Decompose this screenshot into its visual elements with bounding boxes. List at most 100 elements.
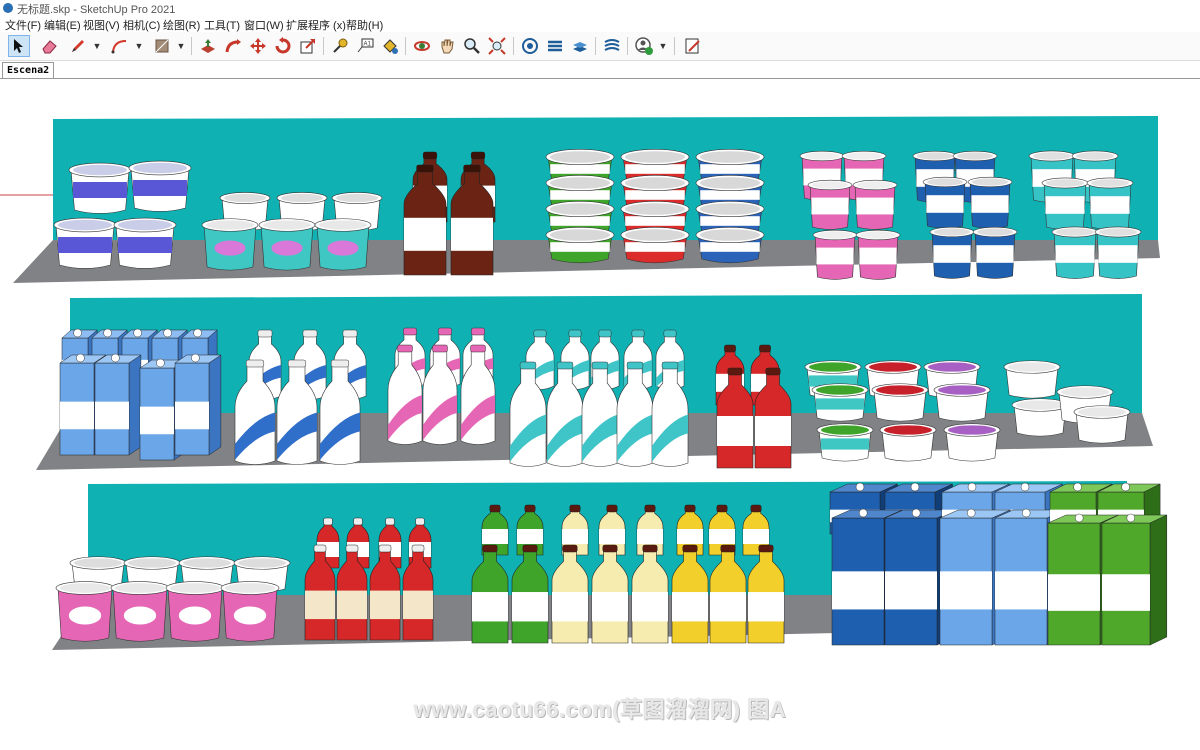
bottle-cap xyxy=(463,164,481,173)
model-viewport[interactable] xyxy=(0,79,1200,745)
menu-draw[interactable]: 绘图(R) xyxy=(163,17,200,33)
bottle-label xyxy=(743,529,769,544)
bottle-label xyxy=(677,529,703,544)
carton-cap xyxy=(858,508,868,518)
rotate-tool-icon[interactable] xyxy=(272,35,294,57)
account-dropdown-icon[interactable]: ▼ xyxy=(658,35,668,57)
bottle-cap xyxy=(598,329,612,338)
cup-lid xyxy=(809,362,857,372)
bottle-cap xyxy=(345,544,359,553)
menu-tools[interactable]: 工具(T) xyxy=(204,17,240,33)
bottle-label xyxy=(403,590,433,620)
line-tool-dropdown-icon[interactable]: ▼ xyxy=(92,35,102,57)
eraser-tool-icon[interactable] xyxy=(38,35,60,57)
yogurt-cup xyxy=(201,218,259,271)
layout-tool-icon[interactable] xyxy=(569,35,591,57)
cup-lid xyxy=(1099,228,1137,236)
carton-cap xyxy=(133,328,142,338)
cup-band xyxy=(976,245,1014,263)
arc-tool-icon[interactable] xyxy=(109,35,131,57)
bottle-label xyxy=(637,529,663,544)
yogurt-cup xyxy=(1041,177,1089,230)
cup-lid xyxy=(225,583,275,593)
cup-band xyxy=(625,242,685,252)
yogurt-cup xyxy=(695,227,765,264)
carton-side xyxy=(1149,514,1168,646)
bottle-cap xyxy=(720,544,736,553)
yogurt-cup xyxy=(314,218,372,271)
cup-lid xyxy=(846,152,882,160)
yogurt-cup xyxy=(816,423,874,462)
bottle-cap xyxy=(411,544,425,553)
carton-band xyxy=(1102,574,1150,611)
orbit-tool-icon[interactable] xyxy=(411,35,433,57)
bottle-cap xyxy=(403,327,417,336)
bottle-label xyxy=(717,416,753,446)
bottle-cap xyxy=(422,151,438,160)
pan-tool-icon[interactable] xyxy=(436,35,458,57)
menu-camera[interactable]: 相机(C) xyxy=(123,17,160,33)
bottle-cap xyxy=(661,361,679,370)
tape-measure-tool-icon[interactable] xyxy=(329,35,351,57)
cup-lid xyxy=(60,583,110,593)
yogurt-cup xyxy=(1073,405,1131,444)
menu-help[interactable]: 帮助(H) xyxy=(346,17,383,33)
cup-lid xyxy=(336,193,378,203)
sandbox-tool-icon[interactable] xyxy=(601,35,623,57)
yogurt-cup xyxy=(620,227,690,264)
warehouse-tool-icon[interactable] xyxy=(519,35,541,57)
scene-tab[interactable]: Escena2 xyxy=(2,62,55,78)
account-tool-icon[interactable] xyxy=(633,35,655,57)
cup-lid xyxy=(816,385,864,395)
cup-band xyxy=(550,242,610,252)
zoom-extents-tool-icon[interactable] xyxy=(486,35,508,57)
shape-tool-dropdown-icon[interactable]: ▼ xyxy=(176,35,186,57)
menu-edit[interactable]: 编辑(E) xyxy=(44,17,81,33)
pencil-line-tool-icon[interactable] xyxy=(67,35,89,57)
menu-window[interactable]: 窗口(W) xyxy=(244,17,284,33)
cup-lid xyxy=(804,152,840,160)
zoom-tool-icon[interactable] xyxy=(461,35,483,57)
cup-band xyxy=(859,247,897,265)
cup-lid xyxy=(73,164,127,176)
cup-band xyxy=(700,164,760,174)
cup-lid xyxy=(118,219,172,231)
menu-file[interactable]: 文件(F) xyxy=(5,17,41,33)
paint-bucket-tool-icon[interactable] xyxy=(379,35,401,57)
follow-me-tool-icon[interactable] xyxy=(222,35,244,57)
menu-view[interactable]: 视图(V) xyxy=(83,17,120,33)
yogurt-cup xyxy=(812,229,858,280)
menu-extensions[interactable]: 扩展程序 (x) xyxy=(286,17,346,33)
bottle-cap xyxy=(438,327,452,336)
extension-manager-tool-icon[interactable] xyxy=(682,35,704,57)
cup-lid xyxy=(817,231,853,239)
bottle-cap xyxy=(642,544,658,553)
push-pull-tool-icon[interactable] xyxy=(197,35,219,57)
yogurt-cup xyxy=(972,226,1018,279)
cup-band xyxy=(1098,245,1138,263)
cup-lid xyxy=(550,229,610,241)
cup-lid xyxy=(170,583,220,593)
scale-tool-icon[interactable] xyxy=(297,35,319,57)
toolbar-separator xyxy=(513,37,514,55)
window-title: 无标题.skp - SketchUp Pro 2021 xyxy=(17,4,176,16)
toolbar-separator xyxy=(627,37,628,55)
move-tool-icon[interactable] xyxy=(247,35,269,57)
bottle-label xyxy=(517,529,543,544)
bottle-cap xyxy=(562,544,578,553)
cup-lid xyxy=(238,558,286,568)
yogurt-cup xyxy=(220,581,280,642)
text-tool-icon[interactable]: A1 xyxy=(354,35,376,57)
bottle-cap xyxy=(323,517,333,526)
cup-label xyxy=(327,240,359,256)
arc-tool-dropdown-icon[interactable]: ▼ xyxy=(134,35,144,57)
cup-lid xyxy=(128,558,176,568)
model-canvas[interactable] xyxy=(0,79,1200,745)
bottle-cap xyxy=(432,344,448,353)
bottle-cap xyxy=(556,361,574,370)
carton-cap xyxy=(73,328,82,338)
bottle-label xyxy=(632,592,668,622)
extension-warehouse-tool-icon[interactable] xyxy=(544,35,566,57)
select-tool-icon[interactable] xyxy=(8,35,30,57)
rectangle-tool-icon[interactable] xyxy=(151,35,173,57)
